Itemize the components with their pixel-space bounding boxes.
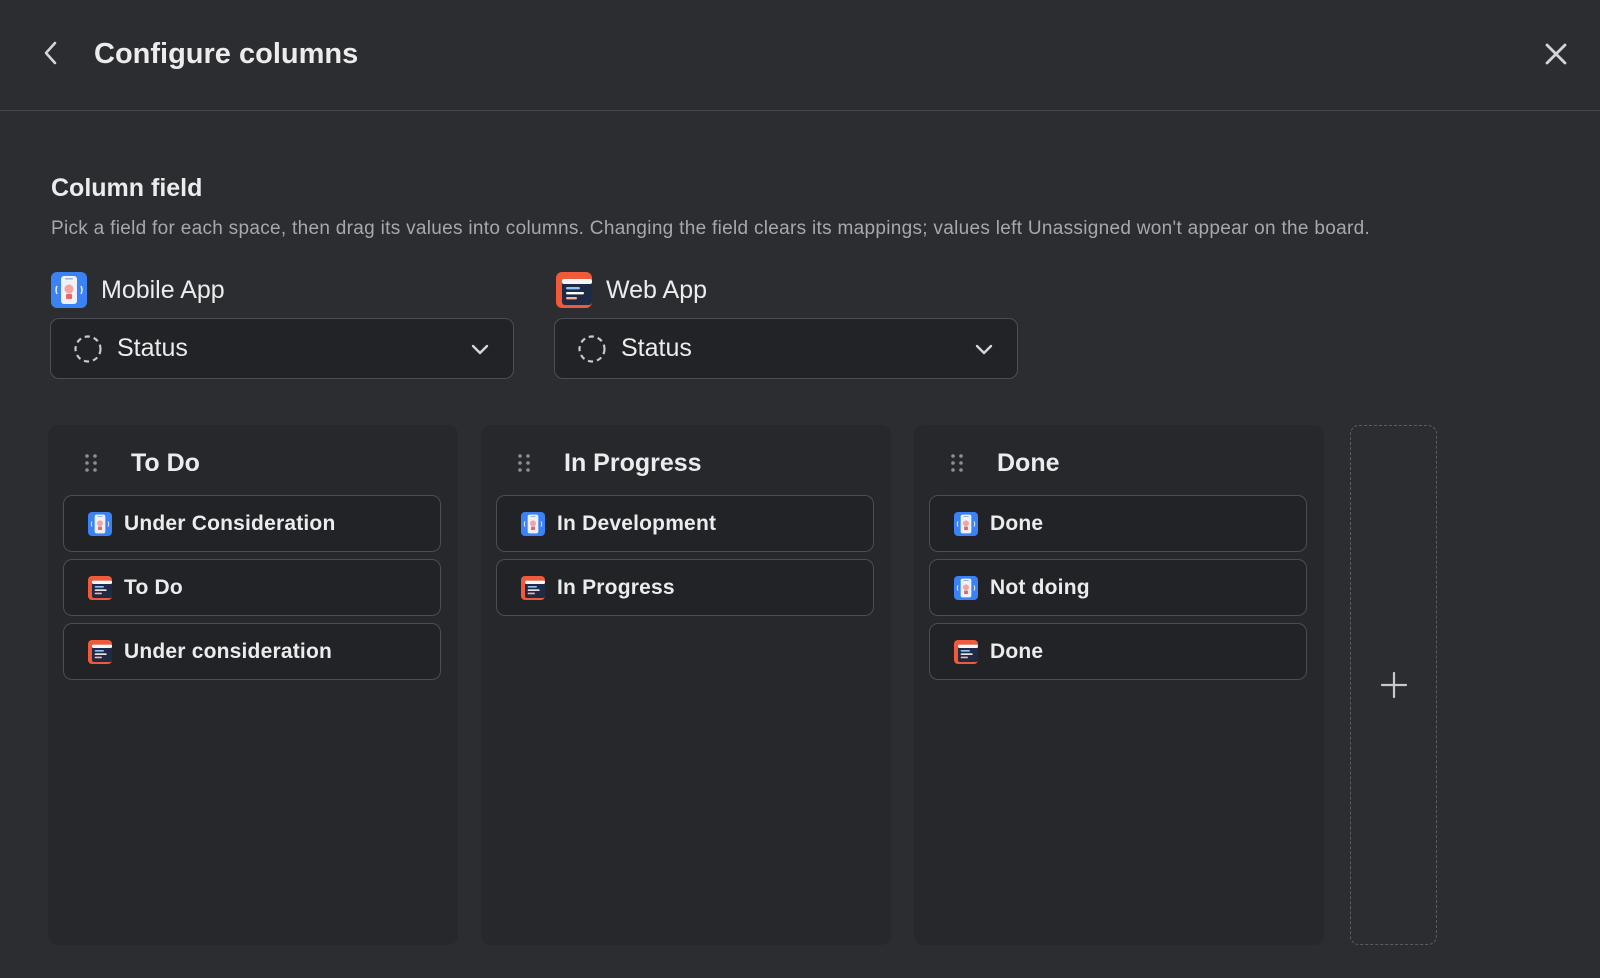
status-circle-icon bbox=[74, 334, 102, 363]
space-label-mobile-app: Mobile App bbox=[51, 271, 225, 309]
column-title: To Do bbox=[131, 449, 200, 477]
drag-handle-icon[interactable] bbox=[84, 453, 98, 473]
add-column-button[interactable] bbox=[1350, 425, 1437, 945]
value-card[interactable]: Not doing bbox=[929, 559, 1307, 616]
select-value: Status bbox=[621, 334, 692, 362]
modal-header: Configure columns bbox=[0, 0, 1600, 111]
column-title: In Progress bbox=[564, 449, 702, 477]
close-button[interactable] bbox=[1540, 38, 1572, 70]
close-icon bbox=[1545, 43, 1567, 65]
web-app-icon bbox=[521, 576, 545, 600]
chevron-down-icon bbox=[471, 344, 489, 354]
mobile-app-icon bbox=[88, 512, 112, 536]
drag-handle-icon[interactable] bbox=[950, 453, 964, 473]
value-card[interactable]: In Progress bbox=[496, 559, 874, 616]
value-label: Not doing bbox=[990, 575, 1090, 599]
value-label: In Development bbox=[557, 511, 717, 535]
web-app-icon bbox=[954, 640, 978, 664]
value-card[interactable]: To Do bbox=[63, 559, 441, 616]
chevron-left-icon bbox=[44, 41, 57, 65]
column-title: Done bbox=[997, 449, 1060, 477]
column-header: To Do bbox=[48, 425, 458, 497]
status-circle-icon bbox=[578, 334, 606, 363]
value-card[interactable]: Under Consideration bbox=[63, 495, 441, 552]
space-name: Web App bbox=[606, 275, 708, 304]
page-title: Configure columns bbox=[94, 38, 359, 70]
column-header: Done bbox=[914, 425, 1324, 497]
mobile-app-icon bbox=[954, 576, 978, 600]
value-label: Under consideration bbox=[124, 639, 332, 663]
drag-handle-icon[interactable] bbox=[517, 453, 531, 473]
value-label: Under Consideration bbox=[124, 511, 336, 535]
mobile-app-icon bbox=[954, 512, 978, 536]
column-to-do[interactable]: To Do Under Consideration To Do Under co… bbox=[48, 425, 458, 945]
column-done[interactable]: Done Done Not doing Done bbox=[914, 425, 1324, 945]
value-card[interactable]: Done bbox=[929, 623, 1307, 680]
chevron-down-icon bbox=[975, 344, 993, 354]
value-label: In Progress bbox=[557, 575, 675, 599]
web-app-field-select[interactable]: Status bbox=[554, 318, 1018, 379]
value-label: Done bbox=[990, 639, 1044, 663]
mobile-app-field-select[interactable]: Status bbox=[50, 318, 514, 379]
back-button[interactable] bbox=[36, 36, 66, 70]
mobile-app-icon bbox=[521, 512, 545, 536]
select-value: Status bbox=[117, 334, 188, 362]
column-in-progress[interactable]: In Progress In Development In Progress bbox=[481, 425, 891, 945]
section-title: Column field bbox=[51, 174, 203, 202]
web-app-icon bbox=[88, 640, 112, 664]
value-card[interactable]: In Development bbox=[496, 495, 874, 552]
space-label-web-app: Web App bbox=[556, 271, 707, 309]
web-app-icon bbox=[556, 272, 592, 308]
section-description: Pick a field for each space, then drag i… bbox=[51, 218, 1371, 239]
plus-icon bbox=[1380, 671, 1407, 699]
mobile-app-icon bbox=[51, 272, 87, 308]
web-app-icon bbox=[88, 576, 112, 600]
space-name: Mobile App bbox=[101, 275, 225, 304]
value-label: To Do bbox=[124, 575, 183, 599]
column-header: In Progress bbox=[481, 425, 891, 497]
value-card[interactable]: Done bbox=[929, 495, 1307, 552]
value-label: Done bbox=[990, 511, 1044, 535]
value-card[interactable]: Under consideration bbox=[63, 623, 441, 680]
